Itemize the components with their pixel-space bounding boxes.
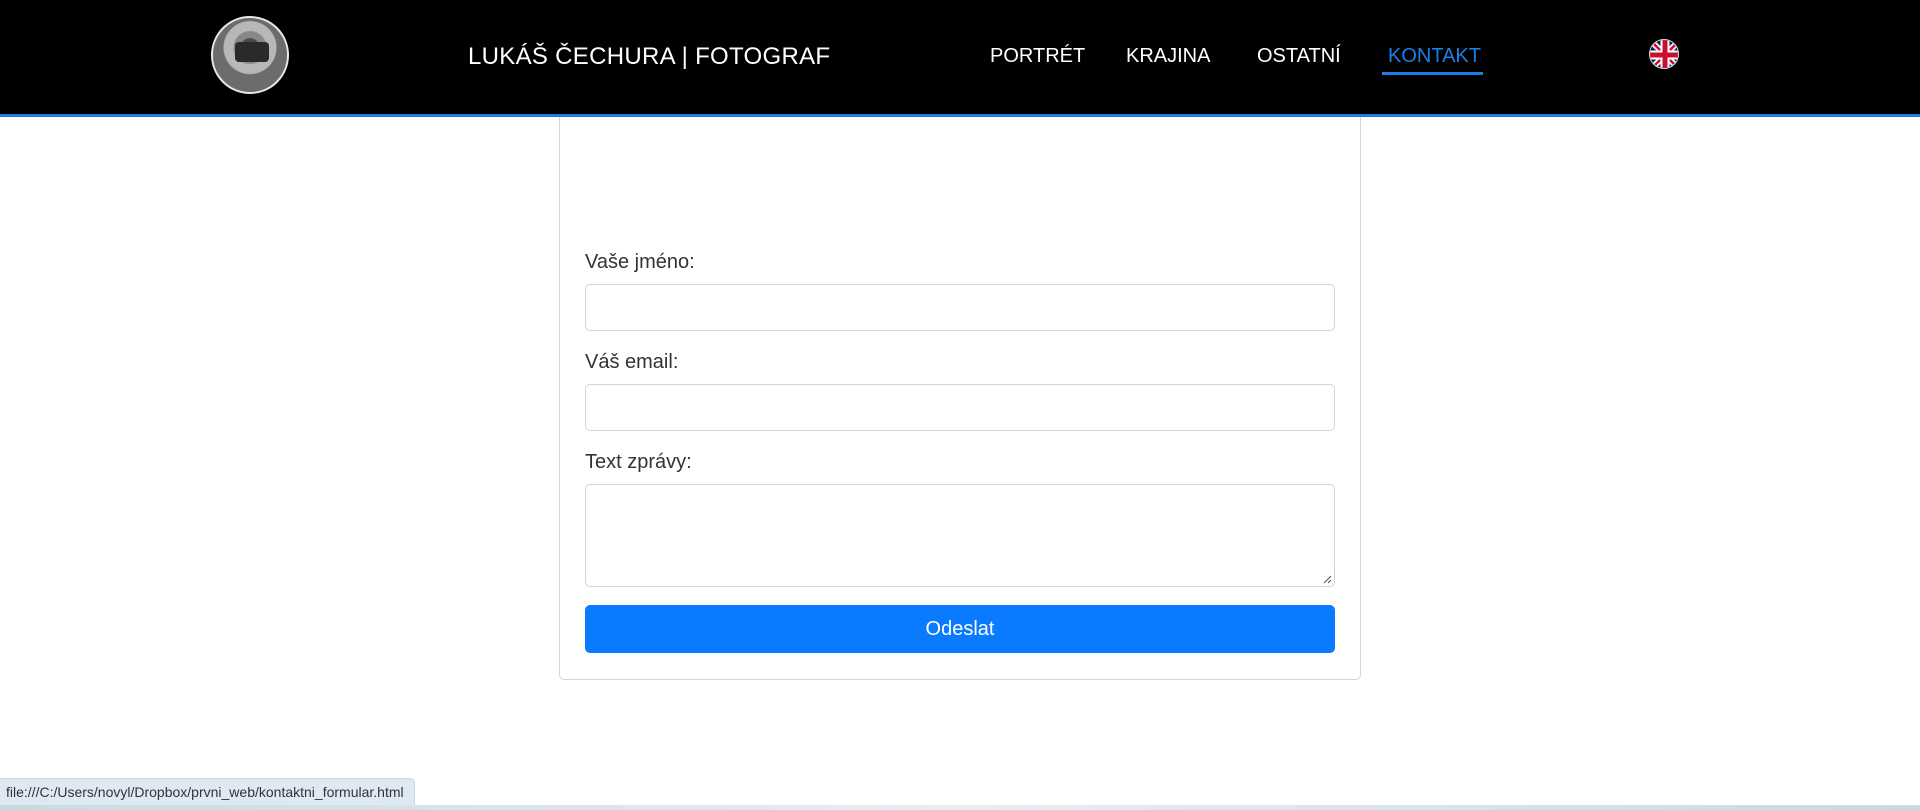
active-nav-underline <box>1382 72 1483 75</box>
top-navbar: LUKÁŠ ČECHURA | FOTOGRAF PORTRÉT KRAJINA… <box>0 0 1920 117</box>
uk-flag-graphic <box>1650 40 1678 68</box>
nav-item-ostatni[interactable]: OSTATNÍ <box>1257 45 1341 68</box>
site-brand[interactable]: LUKÁŠ ČECHURA | FOTOGRAF <box>468 43 830 71</box>
resize-handle-icon[interactable] <box>1322 574 1332 584</box>
message-textarea[interactable] <box>585 484 1335 587</box>
contact-form-card <box>559 80 1361 680</box>
name-input[interactable] <box>585 284 1335 331</box>
window-bottom-edge <box>0 805 1920 810</box>
name-label: Vaše jméno: <box>585 251 695 273</box>
uk-flag-icon[interactable] <box>1649 39 1679 69</box>
message-label: Text zprávy: <box>585 451 692 473</box>
email-input[interactable] <box>585 384 1335 431</box>
submit-button[interactable]: Odeslat <box>585 605 1335 653</box>
browser-status-bar: file:///C:/Users/novyl/Dropbox/prvni_web… <box>0 778 415 805</box>
nav-item-krajina[interactable]: KRAJINA <box>1126 45 1210 68</box>
email-label: Váš email: <box>585 351 679 373</box>
nav-item-portret[interactable]: PORTRÉT <box>990 45 1085 68</box>
photographer-avatar[interactable] <box>211 16 289 94</box>
nav-item-kontakt[interactable]: KONTAKT <box>1388 45 1481 68</box>
